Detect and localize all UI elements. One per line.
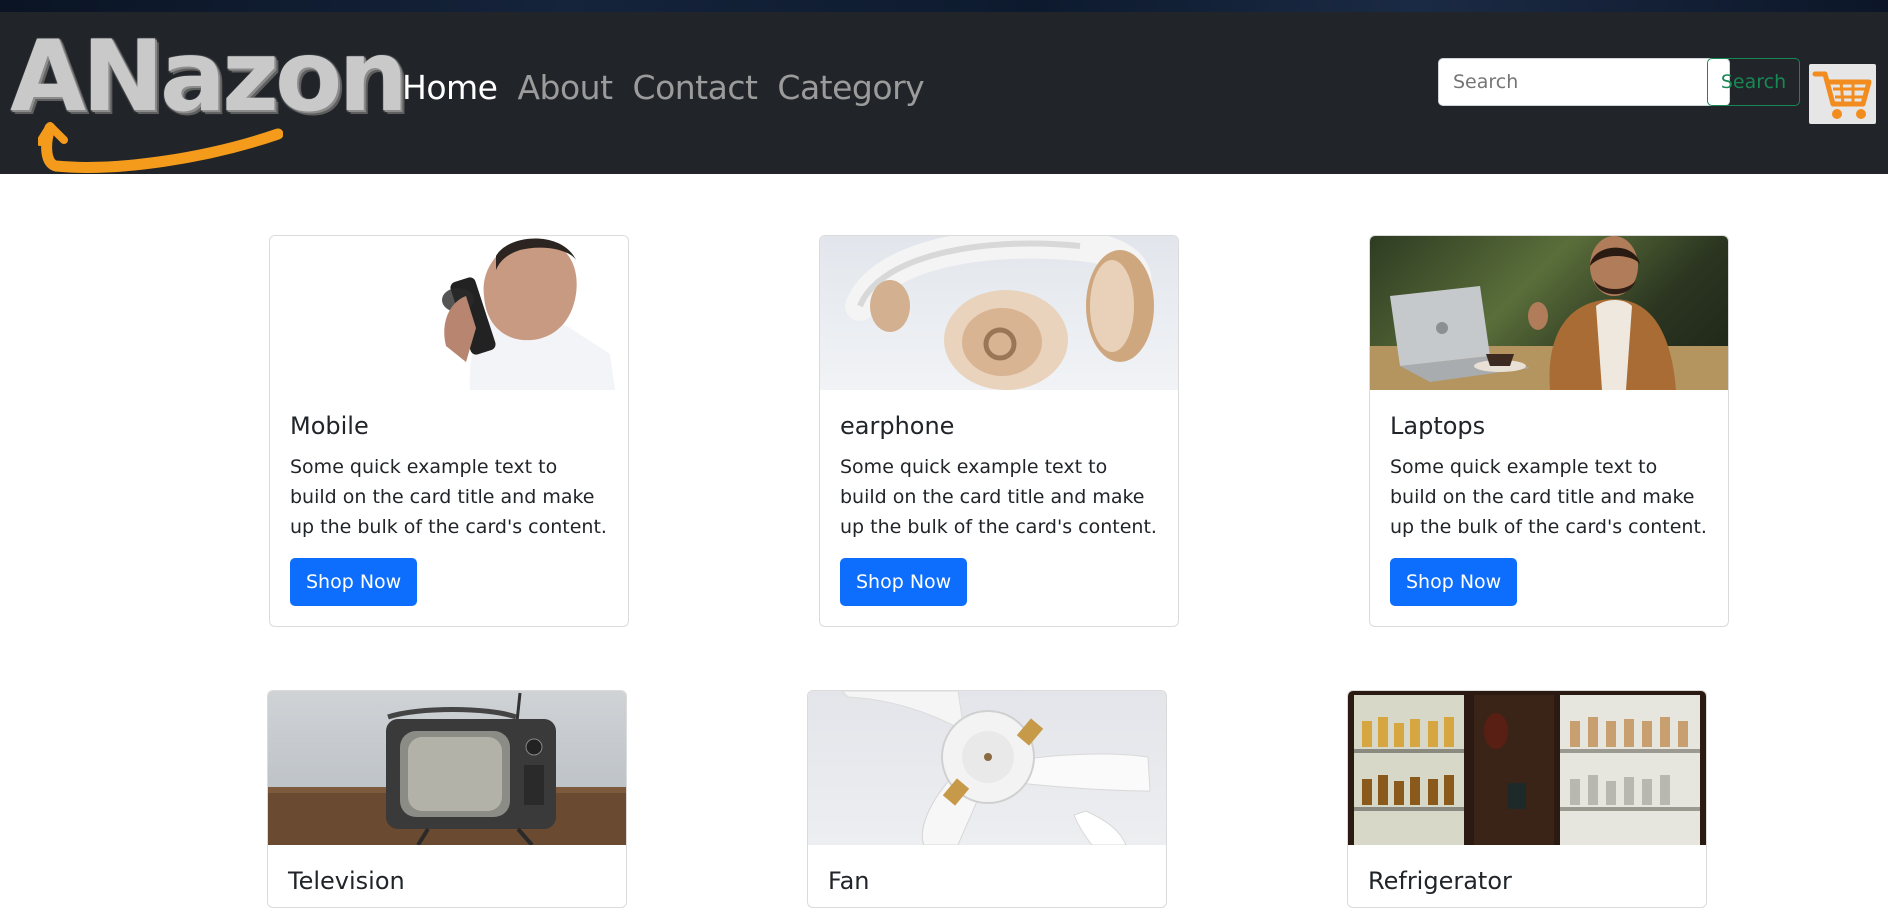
card-image-television	[268, 691, 626, 845]
shop-now-button[interactable]: Shop Now	[840, 558, 968, 606]
nav-link-category[interactable]: Category	[777, 68, 924, 107]
card-image-earphone	[820, 236, 1178, 390]
card-image-fan	[808, 691, 1166, 845]
card-body: Fan	[808, 867, 1166, 895]
card-image-laptops	[1370, 236, 1728, 390]
nav-link-home[interactable]: Home	[402, 68, 498, 107]
search-button[interactable]: Search	[1707, 58, 1800, 106]
card-body: earphone Some quick example text to buil…	[820, 412, 1178, 626]
card-body: Mobile Some quick example text to build …	[270, 412, 628, 626]
product-card-fan: Fan	[807, 690, 1167, 908]
nav-links: Home About Contact Category	[402, 68, 925, 107]
card-title: Refrigerator	[1368, 867, 1512, 895]
product-card-mobile: Mobile Some quick example text to build …	[269, 235, 629, 627]
product-card-earphone: earphone Some quick example text to buil…	[819, 235, 1179, 627]
shop-now-button[interactable]: Shop Now	[290, 558, 418, 606]
product-card-laptops: Laptops Some quick example text to build…	[1369, 235, 1729, 627]
card-title: Fan	[828, 867, 870, 895]
product-card-refrigerator: Refrigerator	[1347, 690, 1707, 908]
brand-arrow-icon	[38, 122, 283, 173]
card-title: Mobile	[290, 412, 369, 440]
card-image-refrigerator	[1348, 691, 1706, 845]
card-text: Some quick example text to build on the …	[1390, 456, 1707, 538]
card-text: Some quick example text to build on the …	[840, 456, 1157, 538]
product-card-television: Television	[267, 690, 627, 908]
nav-link-about[interactable]: About	[517, 68, 613, 107]
brand-logo-text: ANazon	[10, 20, 408, 134]
nav-link-contact[interactable]: Contact	[633, 68, 758, 107]
card-body: Refrigerator	[1348, 867, 1706, 895]
shopping-cart-icon[interactable]	[1809, 64, 1876, 124]
card-title: Television	[288, 867, 405, 895]
card-title: Laptops	[1390, 412, 1486, 440]
search-input[interactable]	[1438, 58, 1730, 106]
brand-logo[interactable]: ANazon	[10, 28, 408, 178]
shop-now-button[interactable]: Shop Now	[1390, 558, 1518, 606]
cart-graphic	[1812, 71, 1872, 119]
card-image-mobile	[270, 236, 628, 390]
card-title: earphone	[840, 412, 955, 440]
card-body: Television	[268, 867, 626, 895]
top-background-strip	[0, 0, 1888, 12]
card-text: Some quick example text to build on the …	[290, 456, 607, 538]
card-body: Laptops Some quick example text to build…	[1370, 412, 1728, 626]
